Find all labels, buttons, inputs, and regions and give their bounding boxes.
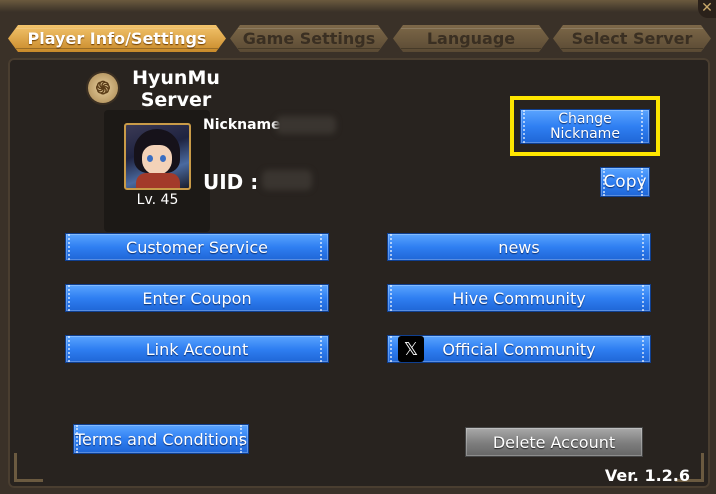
button-label: Enter Coupon: [142, 288, 252, 308]
delete-account-button[interactable]: Delete Account: [465, 427, 643, 457]
version-label: Ver. 1.2.6: [604, 466, 690, 485]
button-label: Hive Community: [452, 288, 586, 308]
official-community-button[interactable]: Official Community: [387, 335, 651, 363]
tab-language[interactable]: Language: [393, 25, 549, 52]
tab-label: Language: [426, 29, 516, 48]
x-logo-icon: 𝕏: [398, 336, 424, 362]
uid-label: UID :: [203, 170, 259, 194]
server-name: HyunMu Server: [132, 67, 220, 111]
corner-ornament: [14, 453, 43, 482]
tab-select-server[interactable]: Select Server: [553, 25, 711, 52]
top-strip: [0, 0, 716, 12]
avatar[interactable]: [124, 123, 191, 190]
hive-community-button[interactable]: Hive Community: [387, 284, 651, 312]
news-button[interactable]: news: [387, 233, 651, 261]
button-label: Delete Account: [492, 432, 616, 452]
button-label: Customer Service: [126, 237, 268, 257]
link-account-button[interactable]: Link Account: [65, 335, 329, 363]
enter-coupon-button[interactable]: Enter Coupon: [65, 284, 329, 312]
close-corner-icon[interactable]: ✕: [698, 0, 716, 18]
terms-and-conditions-button[interactable]: Terms and Conditions: [73, 424, 249, 454]
button-label: Terms and Conditions: [74, 429, 248, 449]
tab-label: Game Settings: [242, 29, 376, 48]
copy-button[interactable]: Copy: [600, 167, 650, 197]
customer-service-button[interactable]: Customer Service: [65, 233, 329, 261]
nickname-label: Nickname: [203, 117, 281, 133]
button-label: news: [498, 237, 540, 257]
nickname-value-redacted: [276, 116, 336, 134]
server-emblem-icon: ֍: [88, 73, 118, 103]
button-label: Official Community: [442, 339, 596, 359]
uid-value-redacted: [262, 170, 312, 190]
player-level: Lv. 45: [136, 192, 179, 208]
button-label: Copy: [603, 172, 647, 192]
tab-label: Player Info/Settings: [27, 29, 207, 48]
tab-label: Select Server: [571, 29, 693, 48]
highlight-box: [510, 96, 660, 156]
button-label: Link Account: [145, 339, 249, 359]
tab-player-info-settings[interactable]: Player Info/Settings: [8, 25, 226, 52]
tab-game-settings[interactable]: Game Settings: [230, 25, 388, 52]
